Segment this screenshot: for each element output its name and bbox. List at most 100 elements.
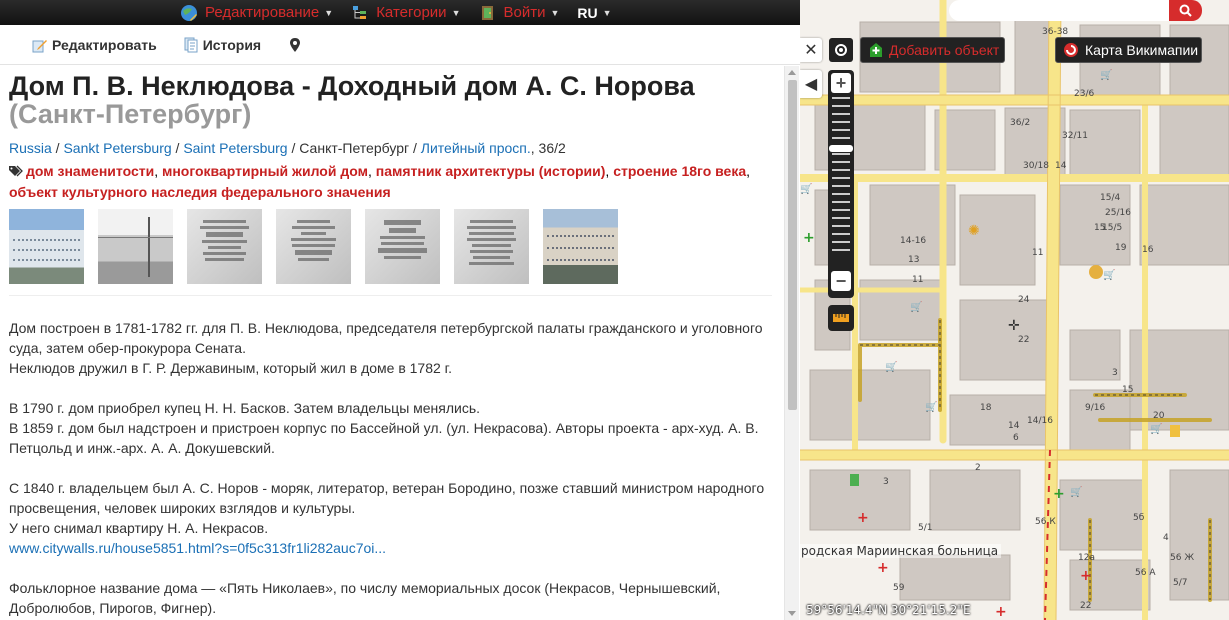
plus-icon: + <box>835 72 847 93</box>
zoom-slider-handle[interactable] <box>829 145 853 152</box>
shop-marker-icon[interactable]: 🛒 <box>910 300 922 313</box>
map-house-number: 15 <box>1122 385 1133 395</box>
chevron-down-icon: ▼ <box>324 7 334 18</box>
scroll-down-icon[interactable] <box>788 611 796 616</box>
shop-marker-icon[interactable]: 🛒 <box>1100 68 1112 81</box>
hospital-marker-icon[interactable]: + <box>1080 568 1092 584</box>
breadcrumb-link-country[interactable]: Russia <box>9 140 52 156</box>
hospital-marker-icon[interactable]: + <box>877 560 889 576</box>
photo-thumbnail[interactable] <box>9 209 84 284</box>
map-house-number: 2 <box>975 463 981 473</box>
map-house-number: 3 <box>1112 368 1118 378</box>
categories-menu-label: Категории <box>376 4 447 21</box>
add-object-button[interactable]: Добавить объект <box>860 37 1005 63</box>
paragraph: Дом построен в 1781-1782 гг. для П. В. Н… <box>9 318 771 378</box>
map-search-button[interactable] <box>1169 0 1202 21</box>
chevron-down-icon: ▼ <box>451 7 461 18</box>
sun-marker-icon[interactable]: ✺ <box>968 222 980 238</box>
paragraph-line: В 1790 г. дом приобрел купец Н. Н. Баско… <box>9 400 481 416</box>
map-house-number: 56 А <box>1135 568 1156 578</box>
scrollbar-thumb[interactable] <box>788 80 797 410</box>
chevron-down-icon: ▼ <box>550 7 560 18</box>
map-house-number: 36/2 <box>1010 118 1030 128</box>
breadcrumb-link-city[interactable]: Saint Petersburg <box>183 140 287 156</box>
map-house-number: 5/1 <box>918 523 932 533</box>
memorial-plaque-thumbnail[interactable] <box>365 209 440 284</box>
tag-link[interactable]: памятник архитектуры (истории) <box>376 163 606 179</box>
historic-photo-thumbnail[interactable] <box>98 209 173 284</box>
login-menu[interactable]: Войти ▼ <box>479 4 560 22</box>
language-menu[interactable]: RU ▼ <box>577 5 611 21</box>
hospital-marker-icon[interactable]: + <box>995 604 1007 620</box>
categories-menu[interactable]: Категории ▼ <box>351 4 461 22</box>
photo-thumbnail[interactable] <box>543 209 618 284</box>
scroll-up-icon[interactable] <box>788 70 796 75</box>
theatre-marker-icon[interactable] <box>1089 265 1103 279</box>
map-house-number: 5/7 <box>1173 578 1187 588</box>
history-label: История <box>202 36 262 53</box>
memorial-plaque-thumbnail[interactable] <box>276 209 351 284</box>
tag-link[interactable]: дом знаменитости <box>26 163 154 179</box>
shop-marker-icon[interactable]: 🛒 <box>1103 268 1115 281</box>
pharmacy-marker-icon[interactable]: + <box>1053 486 1065 502</box>
locate-button[interactable] <box>829 38 853 62</box>
hospital-marker-icon[interactable]: + <box>857 510 869 526</box>
tags-icon <box>9 165 23 177</box>
paragraph: В 1790 г. дом приобрел купец Н. Н. Баско… <box>9 398 771 458</box>
shop-marker-icon[interactable]: 🛒 <box>885 360 897 373</box>
tag-link[interactable]: строение 18го века <box>613 163 746 179</box>
collapse-map-button[interactable]: ◀ <box>800 70 822 98</box>
map-house-number: 36-38 <box>1042 27 1068 37</box>
map-house-number: 9/16 <box>1085 403 1105 413</box>
map-house-number: 6 <box>1013 433 1019 443</box>
map-house-number: 15/5 <box>1102 223 1122 233</box>
shop-marker-icon[interactable]: 🛒 <box>800 182 812 195</box>
map-house-number: 14 <box>1008 421 1020 431</box>
map-panel[interactable]: 36-38 23/6 32/11 14 30/18 15/4 25/16 15 15/5 16 11… <box>800 0 1229 620</box>
map-house-number: 4 <box>1163 533 1169 543</box>
map-house-number: 20 <box>1153 411 1165 421</box>
recycle-marker-icon[interactable] <box>850 474 859 486</box>
history-button[interactable]: История <box>183 37 261 53</box>
tag-link[interactable]: объект культурного наследия федерального… <box>9 184 391 200</box>
tag-link[interactable]: многоквартирный жилой дом <box>162 163 368 179</box>
map-search-input[interactable] <box>949 0 1169 21</box>
ruler-icon <box>833 314 849 322</box>
wikimapia-logo-icon <box>1064 43 1078 57</box>
login-door-icon <box>481 5 493 20</box>
source-link[interactable]: www.citywalls.ru/house5851.html?s=0f5c31… <box>9 540 386 556</box>
zoom-slider-track[interactable] <box>832 97 850 263</box>
map-house-number: 16 <box>1142 245 1154 255</box>
wikimapia-map-button[interactable]: Карта Викимапии <box>1055 37 1202 63</box>
edit-menu[interactable]: Редактирование ▼ <box>180 4 333 22</box>
breadcrumb-house-number: , 36/2 <box>530 140 566 156</box>
map-canvas[interactable]: 36-3823/632/111430/1815/425/161515/51611… <box>800 0 1229 620</box>
map-house-number: 22 <box>1080 601 1091 611</box>
map-house-number: 12а <box>1078 553 1095 563</box>
add-place-icon <box>870 43 882 57</box>
edit-article-button[interactable]: Редактировать <box>32 37 157 53</box>
map-house-number: 18 <box>980 403 992 413</box>
article-action-bar: Редактировать История <box>0 25 800 65</box>
show-on-map-button[interactable] <box>287 37 307 53</box>
zoom-in-button[interactable]: + <box>831 73 851 93</box>
add-object-label: Добавить объект <box>889 42 1000 58</box>
breadcrumb-link-region[interactable]: Sankt Petersburg <box>63 140 171 156</box>
breadcrumb-link-street[interactable]: Литейный просп. <box>421 140 531 156</box>
wikimapia-map-label: Карта Викимапии <box>1085 42 1199 58</box>
shop-marker-icon[interactable]: 🛒 <box>1070 485 1082 498</box>
ruler-button[interactable] <box>828 305 854 331</box>
paragraph-line: Неклюдов дружил в Г. Р. Державиным, кото… <box>9 360 452 376</box>
memorial-plaque-thumbnail[interactable] <box>187 209 262 284</box>
poi-marker-icon[interactable] <box>1170 425 1180 437</box>
shop-marker-icon[interactable]: 🛒 <box>1150 422 1162 435</box>
edit-article-label: Редактировать <box>52 36 157 53</box>
shop-marker-icon[interactable]: 🛒 <box>925 400 937 413</box>
map-house-number: 56 К <box>1035 517 1056 527</box>
zoom-out-button[interactable]: − <box>831 271 851 291</box>
article-scrollbar[interactable] <box>784 66 799 620</box>
pharmacy-marker-icon[interactable]: + <box>803 230 815 246</box>
map-house-number: 30/18 <box>1023 161 1049 171</box>
close-map-button[interactable]: ✕ <box>800 38 822 62</box>
memorial-plaque-thumbnail[interactable] <box>454 209 529 284</box>
